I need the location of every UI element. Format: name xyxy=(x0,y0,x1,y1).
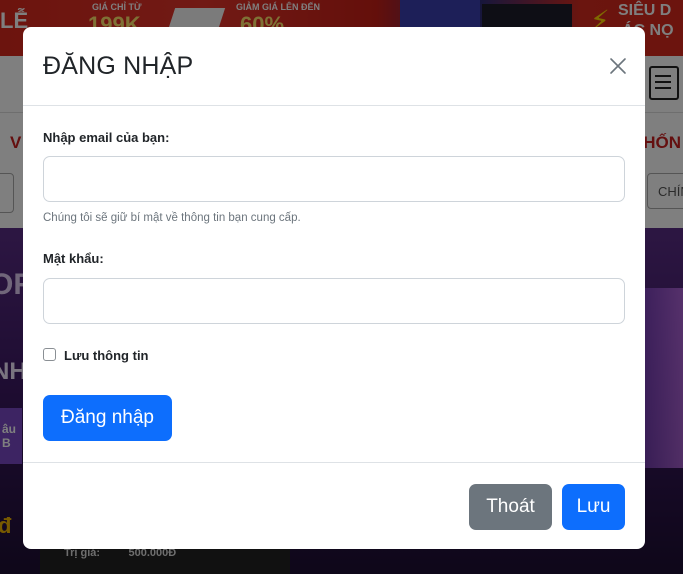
modal-header: ĐĂNG NHẬP xyxy=(23,27,645,106)
login-button[interactable]: Đăng nhập xyxy=(43,395,172,441)
email-help-text: Chúng tôi sẽ giữ bí mật về thông tin bạn… xyxy=(43,212,301,224)
email-input[interactable] xyxy=(43,156,625,202)
password-label: Mật khẩu: xyxy=(43,251,104,266)
remember-label[interactable]: Lưu thông tin xyxy=(64,348,149,363)
login-modal: ĐĂNG NHẬP Nhập email của bạn: Chúng tôi … xyxy=(23,27,645,549)
email-label: Nhập email của bạn: xyxy=(43,130,170,145)
remember-checkbox[interactable] xyxy=(43,348,56,361)
modal-footer: Thoát Lưu xyxy=(23,462,645,549)
save-button[interactable]: Lưu xyxy=(562,484,625,530)
close-button[interactable] xyxy=(607,55,629,77)
password-input[interactable] xyxy=(43,278,625,324)
exit-button[interactable]: Thoát xyxy=(469,484,552,530)
modal-body: Nhập email của bạn: Chúng tôi sẽ giữ bí … xyxy=(23,106,645,463)
modal-title: ĐĂNG NHẬP xyxy=(43,52,194,80)
close-icon xyxy=(610,58,626,74)
